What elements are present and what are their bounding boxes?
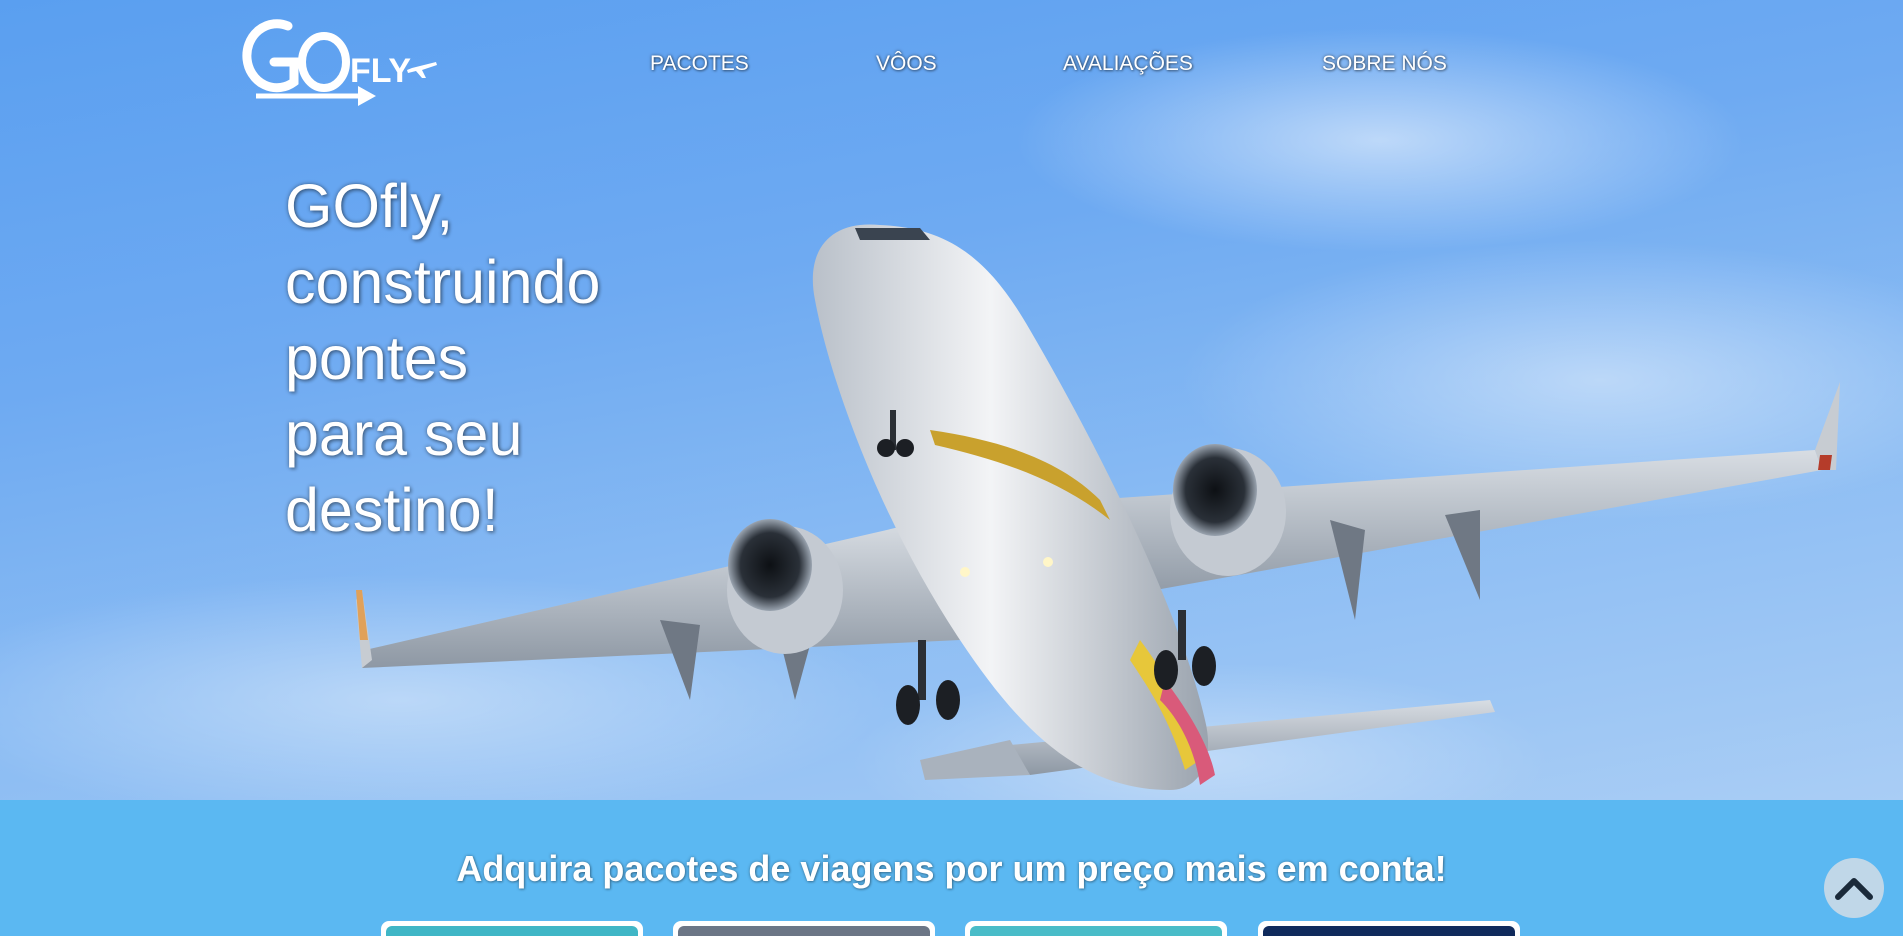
package-card-image: [678, 926, 930, 936]
gofly-logo[interactable]: FLY: [236, 18, 441, 108]
package-card[interactable]: [965, 921, 1227, 936]
package-card[interactable]: [673, 921, 935, 936]
package-card-image: [1263, 926, 1515, 936]
packages-title: Adquira pacotes de viagens por um preço …: [456, 848, 1447, 889]
hero-headline: GOfly, construindo pontes para seu desti…: [285, 168, 600, 548]
hero-headline-line: destino!: [285, 476, 499, 544]
package-card-image: [386, 926, 638, 936]
package-card[interactable]: [1258, 921, 1520, 936]
back-to-top-button[interactable]: [1824, 858, 1884, 918]
hero-headline-line: GOfly,: [285, 172, 454, 240]
package-card-image: [970, 926, 1222, 936]
packages-section: Adquira pacotes de viagens por um preço …: [0, 800, 1903, 936]
nav-item-avaliacoes[interactable]: AVALIAÇÕES: [1063, 52, 1193, 76]
hero-headline-line: construindo: [285, 248, 601, 316]
nav-item-sobre-nos[interactable]: SOBRE NÓS: [1322, 52, 1447, 76]
nav-item-pacotes[interactable]: PACOTES: [650, 52, 749, 76]
package-card[interactable]: [381, 921, 643, 936]
page: FLY PACOTES VÔOS AVALIAÇÕES SOBRE NÓS GO…: [0, 0, 1903, 936]
hero-headline-line: pontes: [285, 324, 469, 392]
svg-text:FLY: FLY: [350, 52, 411, 90]
hero-headline-line: para seu: [285, 400, 523, 468]
nav-item-voos[interactable]: VÔOS: [876, 52, 937, 76]
gofly-logo-graphic: FLY: [242, 19, 437, 106]
chevron-up-icon: [1835, 878, 1873, 900]
